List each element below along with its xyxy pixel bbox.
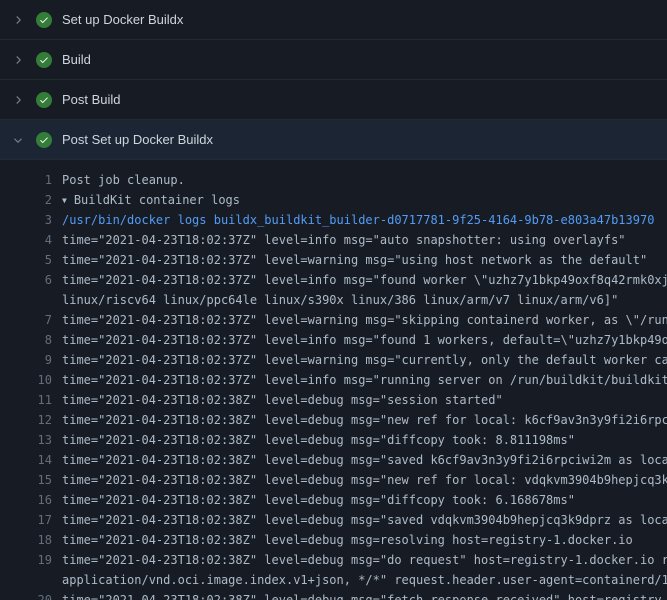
chevron-icon	[12, 14, 24, 26]
log-line-number[interactable]: 2	[0, 190, 52, 210]
step-row-post-set-up-docker-buildx[interactable]: Post Set up Docker Buildx	[0, 120, 667, 160]
actions-log-viewer: Set up Docker Buildx Build Post Build	[0, 0, 667, 600]
log-line: 4 time="2021-04-23T18:02:37Z" level=info…	[0, 230, 667, 250]
step-row-build[interactable]: Build	[0, 40, 667, 80]
log-line-number[interactable]: 17	[0, 510, 52, 530]
log-line: 12 time="2021-04-23T18:02:38Z" level=deb…	[0, 410, 667, 430]
log-line: 6 time="2021-04-23T18:02:37Z" level=info…	[0, 270, 667, 290]
log-line-text: /usr/bin/docker logs buildx_buildkit_bui…	[62, 210, 667, 230]
log-line: linux/riscv64 linux/ppc64le linux/s390x …	[0, 290, 667, 310]
chevron-icon	[12, 134, 24, 146]
log-line-text: time="2021-04-23T18:02:38Z" level=debug …	[62, 530, 667, 550]
log-area: 1 Post job cleanup. 2 ▼BuildKit containe…	[0, 160, 667, 600]
log-line: 2 ▼BuildKit container logs	[0, 190, 667, 210]
log-line-number[interactable]: 19	[0, 550, 52, 570]
success-check-icon	[36, 12, 52, 28]
log-line-text: time="2021-04-23T18:02:37Z" level=info m…	[62, 230, 667, 250]
log-group-toggle[interactable]: ▼BuildKit container logs	[62, 190, 667, 210]
log-line-number[interactable]: 1	[0, 170, 52, 190]
step-label: Post Build	[62, 92, 121, 107]
log-line: 1 Post job cleanup.	[0, 170, 667, 190]
log-line: 19 time="2021-04-23T18:02:38Z" level=deb…	[0, 550, 667, 570]
log-line: 8 time="2021-04-23T18:02:37Z" level=info…	[0, 330, 667, 350]
log-line-text: time="2021-04-23T18:02:37Z" level=info m…	[62, 330, 667, 350]
log-line-number[interactable]: 5	[0, 250, 52, 270]
log-line-number[interactable]: 18	[0, 530, 52, 550]
log-line-text: linux/riscv64 linux/ppc64le linux/s390x …	[62, 290, 667, 310]
log-line-number[interactable]: 12	[0, 410, 52, 430]
log-line: 9 time="2021-04-23T18:02:37Z" level=warn…	[0, 350, 667, 370]
log-line-text: Post job cleanup.	[62, 170, 667, 190]
log-line-number[interactable]: 13	[0, 430, 52, 450]
log-line-text: time="2021-04-23T18:02:38Z" level=debug …	[62, 430, 667, 450]
log-line: 15 time="2021-04-23T18:02:38Z" level=deb…	[0, 470, 667, 490]
log-line: 17 time="2021-04-23T18:02:38Z" level=deb…	[0, 510, 667, 530]
log-line: 20 time="2021-04-23T18:02:38Z" level=deb…	[0, 590, 667, 600]
log-line-number[interactable]: 15	[0, 470, 52, 490]
success-check-icon	[36, 132, 52, 148]
log-line-number[interactable]: 16	[0, 490, 52, 510]
chevron-icon	[12, 54, 24, 66]
log-line: 13 time="2021-04-23T18:02:38Z" level=deb…	[0, 430, 667, 450]
success-check-icon	[36, 52, 52, 68]
log-line-text: time="2021-04-23T18:02:37Z" level=info m…	[62, 370, 667, 390]
step-label: Post Set up Docker Buildx	[62, 132, 213, 147]
log-line-text: time="2021-04-23T18:02:38Z" level=debug …	[62, 390, 667, 410]
log-line: 18 time="2021-04-23T18:02:38Z" level=deb…	[0, 530, 667, 550]
log-line: 14 time="2021-04-23T18:02:38Z" level=deb…	[0, 450, 667, 470]
log-line-number[interactable]: 8	[0, 330, 52, 350]
log-line-number[interactable]: 20	[0, 590, 52, 600]
log-line-number[interactable]: 14	[0, 450, 52, 470]
log-line: 10 time="2021-04-23T18:02:37Z" level=inf…	[0, 370, 667, 390]
log-line-text: time="2021-04-23T18:02:38Z" level=debug …	[62, 590, 667, 600]
log-line-number[interactable]: 6	[0, 270, 52, 290]
log-line-text: time="2021-04-23T18:02:37Z" level=info m…	[62, 270, 667, 290]
log-line-text: time="2021-04-23T18:02:38Z" level=debug …	[62, 550, 667, 570]
log-line-number[interactable]: 11	[0, 390, 52, 410]
group-caret-icon[interactable]: ▼	[62, 191, 67, 210]
log-line-number[interactable]: 9	[0, 350, 52, 370]
log-line-text: time="2021-04-23T18:02:38Z" level=debug …	[62, 470, 667, 490]
log-line-text: time="2021-04-23T18:02:37Z" level=warnin…	[62, 250, 667, 270]
success-check-icon	[36, 92, 52, 108]
log-line: 5 time="2021-04-23T18:02:37Z" level=warn…	[0, 250, 667, 270]
log-line-number[interactable]	[0, 290, 52, 310]
log-line: 7 time="2021-04-23T18:02:37Z" level=warn…	[0, 310, 667, 330]
log-line-text: time="2021-04-23T18:02:37Z" level=warnin…	[62, 310, 667, 330]
log-line-number[interactable]: 3	[0, 210, 52, 230]
log-line-text: application/vnd.oci.image.index.v1+json,…	[62, 570, 667, 590]
step-row-post-build[interactable]: Post Build	[0, 80, 667, 120]
step-row-set-up-docker-buildx[interactable]: Set up Docker Buildx	[0, 0, 667, 40]
log-line-number[interactable]: 10	[0, 370, 52, 390]
log-line-text: time="2021-04-23T18:02:38Z" level=debug …	[62, 410, 667, 430]
log-line: 3 /usr/bin/docker logs buildx_buildkit_b…	[0, 210, 667, 230]
log-line-text: time="2021-04-23T18:02:38Z" level=debug …	[62, 510, 667, 530]
log-line: 11 time="2021-04-23T18:02:38Z" level=deb…	[0, 390, 667, 410]
log-line-text: time="2021-04-23T18:02:38Z" level=debug …	[62, 490, 667, 510]
log-line-number[interactable]: 4	[0, 230, 52, 250]
step-label: Build	[62, 52, 91, 67]
log-line: 16 time="2021-04-23T18:02:38Z" level=deb…	[0, 490, 667, 510]
log-line-text: time="2021-04-23T18:02:37Z" level=warnin…	[62, 350, 667, 370]
log-line-number[interactable]: 7	[0, 310, 52, 330]
log-line-text: time="2021-04-23T18:02:38Z" level=debug …	[62, 450, 667, 470]
log-line-number[interactable]	[0, 570, 52, 590]
step-label: Set up Docker Buildx	[62, 12, 183, 27]
log-line: application/vnd.oci.image.index.v1+json,…	[0, 570, 667, 590]
chevron-icon	[12, 94, 24, 106]
steps-list: Set up Docker Buildx Build Post Build	[0, 0, 667, 160]
